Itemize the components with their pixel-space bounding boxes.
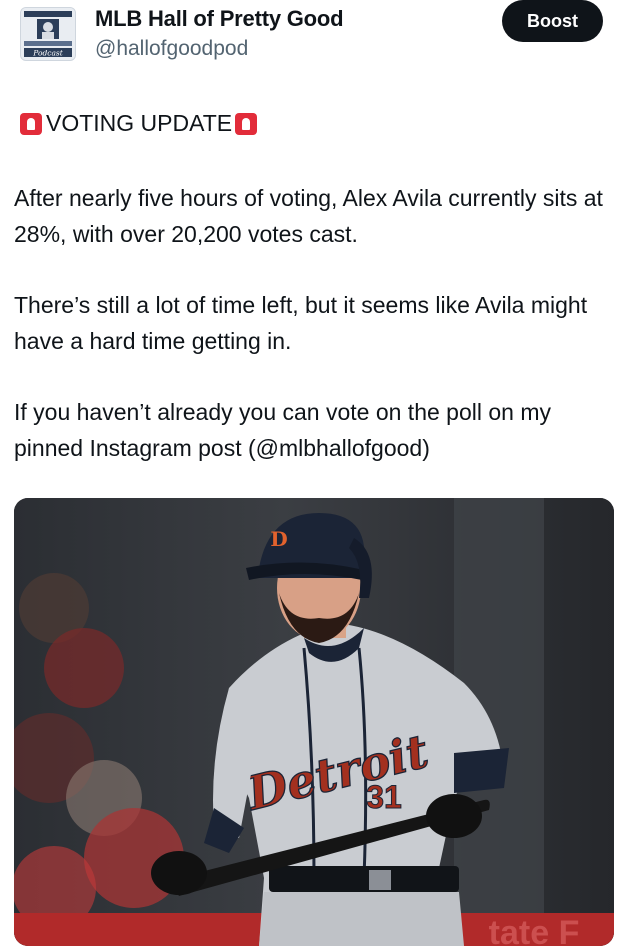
jersey-number: 31 xyxy=(366,779,402,815)
account-handle[interactable]: @hallofgoodpod xyxy=(95,37,248,61)
svg-text:tate F: tate F xyxy=(489,914,580,946)
siren-icon xyxy=(235,112,258,135)
headline-text: VOTING UPDATE xyxy=(46,110,233,136)
post-headline: VOTING UPDATE xyxy=(20,110,258,137)
siren-icon xyxy=(20,112,42,135)
post-paragraph: After nearly five hours of voting, Alex … xyxy=(14,185,603,247)
post-paragraph: There’s still a lot of time left, but it… xyxy=(14,292,588,354)
boost-button[interactable]: Boost xyxy=(502,0,603,42)
post-paragraph: If you haven’t already you can vote on t… xyxy=(14,399,551,461)
svg-text:D: D xyxy=(270,527,287,551)
avatar-label: Podcast xyxy=(32,49,64,58)
avatar[interactable]: Podcast xyxy=(20,7,76,61)
post-photo[interactable]: tate F Detroit 31 D xyxy=(14,498,614,946)
display-name[interactable]: MLB Hall of Pretty Good xyxy=(95,6,344,32)
baseball-player-image: tate F Detroit 31 D xyxy=(14,498,614,946)
